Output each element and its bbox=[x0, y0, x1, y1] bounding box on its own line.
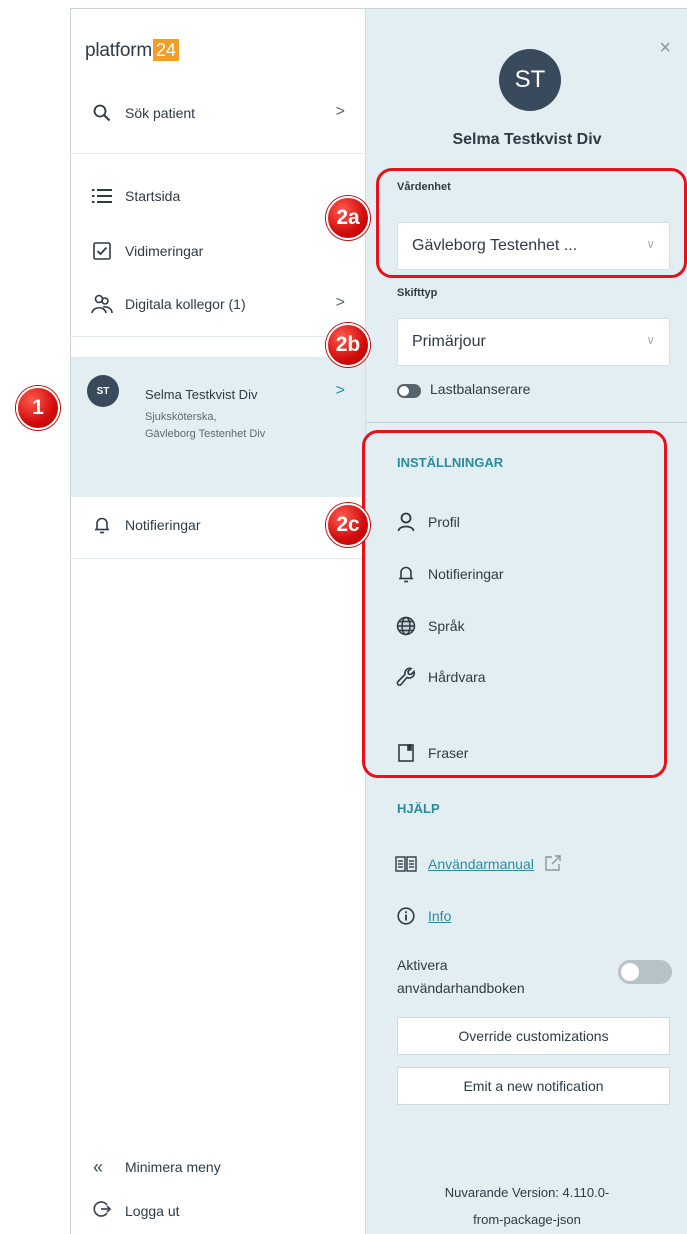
activate-manual-toggle[interactable] bbox=[618, 960, 672, 984]
logout-label: Logga ut bbox=[125, 1203, 180, 1219]
logo: platform 24 bbox=[85, 39, 179, 62]
double-chevron-left-icon: « bbox=[93, 1156, 104, 1177]
close-icon[interactable]: × bbox=[659, 37, 671, 60]
divider bbox=[71, 153, 365, 154]
minimize-menu-button[interactable]: « Minimera meny bbox=[71, 1150, 365, 1184]
search-patient-item[interactable]: Sök patient > bbox=[71, 93, 365, 133]
version-line: from-package-json bbox=[473, 1212, 581, 1227]
sidebar-item-label: Startsida bbox=[125, 188, 181, 204]
chevron-down-icon: ∨ bbox=[646, 333, 655, 347]
skifttyp-value: Primärjour bbox=[412, 333, 486, 350]
user-details: Sjuksköterska, Gävleborg Testenhet Div bbox=[145, 409, 285, 443]
annotation-marker-1: 1 bbox=[16, 386, 60, 430]
panel-user-name: Selma Testkvist Div bbox=[452, 131, 602, 148]
override-customizations-button[interactable]: Override customizations bbox=[397, 1017, 670, 1055]
annotation-marker-2c: 2c bbox=[326, 503, 370, 547]
logout-icon bbox=[93, 1200, 115, 1223]
lastbalanserare-toggle[interactable] bbox=[397, 384, 421, 398]
manual-item: Användarmanual bbox=[394, 851, 564, 877]
bell-icon bbox=[91, 514, 113, 536]
chevron-right-icon: > bbox=[335, 103, 345, 120]
annotation-marker-2a: 2a bbox=[326, 196, 370, 240]
sidebar-item-notifieringar[interactable]: Notifieringar bbox=[71, 505, 365, 545]
annotation-box-2a bbox=[376, 168, 687, 278]
sidebar-item-startsida[interactable]: Startsida bbox=[71, 176, 365, 216]
logo-number: 24 bbox=[153, 39, 179, 61]
version-text: Nuvarande Version: 4.110.0- from-package… bbox=[366, 1179, 687, 1233]
skifttyp-select[interactable]: Primärjour ∨ bbox=[397, 318, 670, 366]
search-icon bbox=[91, 102, 113, 124]
sidebar-item-label: Vidimeringar bbox=[125, 243, 204, 259]
current-user-item[interactable]: ST Selma Testkvist Div Sjuksköterska, Gä… bbox=[71, 357, 365, 497]
skifttyp-label: Skifttyp bbox=[397, 287, 438, 299]
divider bbox=[366, 422, 687, 423]
annotation-box-2c bbox=[362, 430, 667, 778]
help-section-title: HJÄLP bbox=[397, 801, 440, 816]
user-unit: Gävleborg Testenhet Div bbox=[145, 428, 266, 440]
search-patient-label: Sök patient bbox=[125, 105, 196, 121]
external-link-icon[interactable] bbox=[544, 854, 564, 874]
manual-link[interactable]: Användarmanual bbox=[428, 856, 534, 872]
minimize-menu-label: Minimera meny bbox=[125, 1159, 221, 1175]
activate-manual-label: Aktivera användarhandboken bbox=[397, 957, 525, 996]
info-item: Info bbox=[394, 903, 451, 929]
sidebar-item-label: Digitala kollegor (1) bbox=[125, 296, 246, 312]
sidebar: platform 24 Sök patient > Startsida Vidim… bbox=[71, 9, 365, 1234]
lastbalanserare-label: Lastbalanserare bbox=[430, 381, 531, 397]
annotation-marker-2b: 2b bbox=[326, 323, 370, 367]
version-line: Nuvarande Version: 4.110.0- bbox=[444, 1185, 610, 1200]
chevron-right-icon: > bbox=[335, 382, 345, 399]
avatar: ST bbox=[499, 49, 561, 111]
checkbox-icon bbox=[91, 240, 113, 262]
sidebar-item-label: Notifieringar bbox=[125, 517, 201, 533]
divider bbox=[71, 558, 365, 559]
user-role: Sjuksköterska, bbox=[145, 411, 217, 423]
chevron-right-icon: > bbox=[335, 294, 345, 311]
people-icon bbox=[91, 293, 113, 315]
sidebar-item-vidimeringar[interactable]: Vidimeringar bbox=[71, 231, 365, 271]
divider bbox=[71, 336, 365, 337]
info-link[interactable]: Info bbox=[428, 908, 451, 924]
info-icon bbox=[394, 905, 418, 927]
logo-text: platform bbox=[85, 40, 153, 61]
user-name: Selma Testkvist Div bbox=[145, 387, 258, 402]
sidebar-item-digitala-kollegor[interactable]: Digitala kollegor (1) > bbox=[71, 284, 365, 324]
avatar: ST bbox=[87, 375, 119, 407]
emit-notification-button[interactable]: Emit a new notification bbox=[397, 1067, 670, 1105]
list-icon bbox=[91, 185, 113, 207]
logout-button[interactable]: Logga ut bbox=[71, 1194, 365, 1228]
book-icon bbox=[394, 853, 418, 875]
